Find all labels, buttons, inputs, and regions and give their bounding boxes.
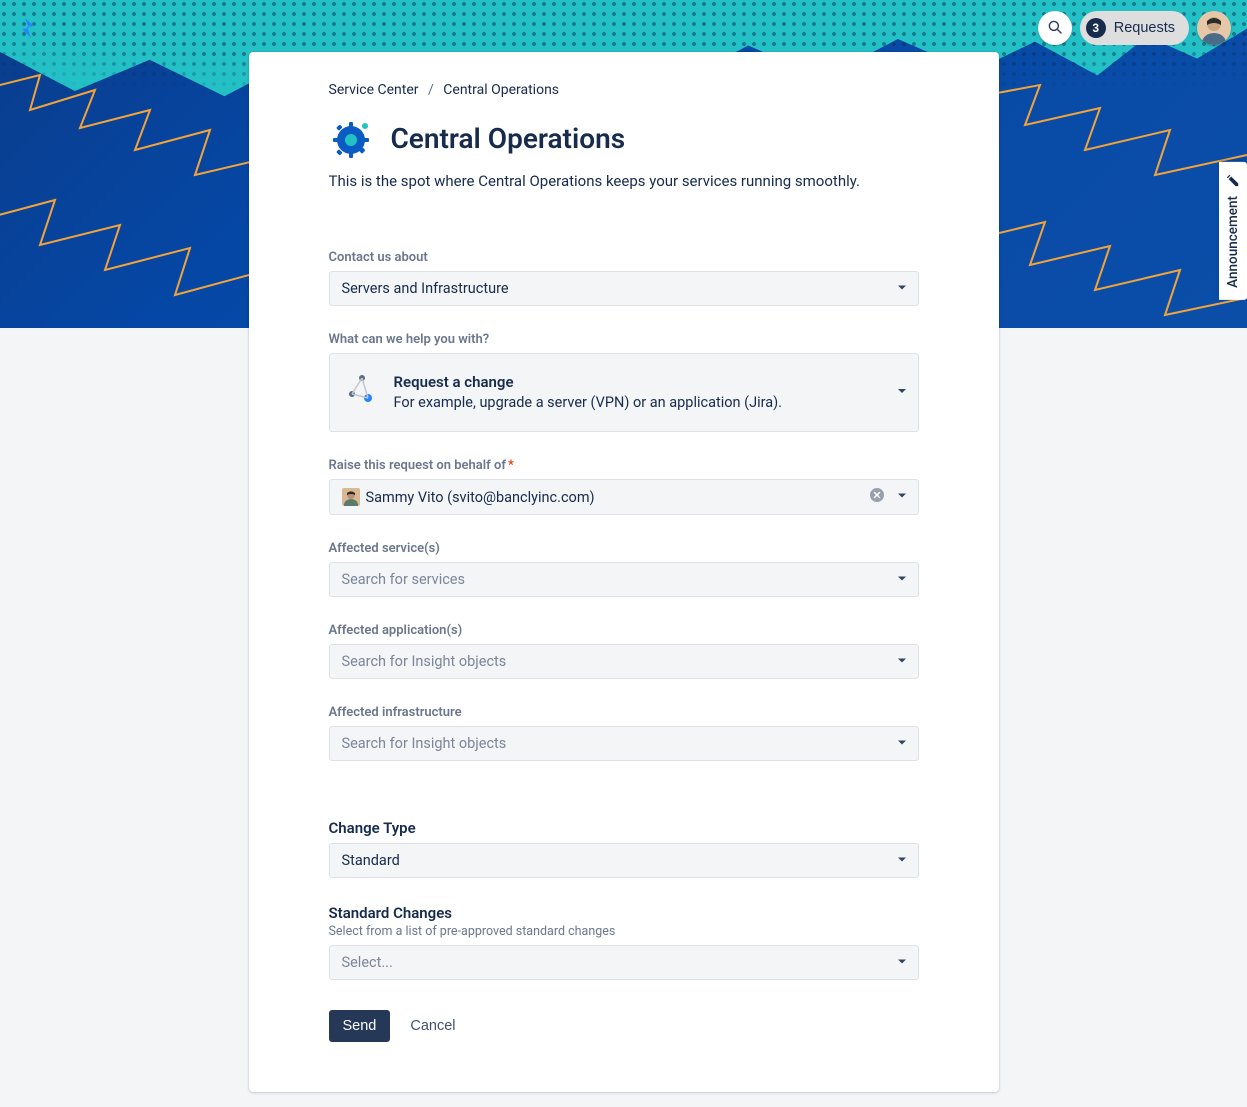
field-contact-about: Contact us about Servers and Infrastruct… xyxy=(329,250,919,306)
help-with-desc: For example, upgrade a server (VPN) or a… xyxy=(394,393,783,413)
affected-applications-select[interactable]: Search for Insight objects xyxy=(329,644,919,679)
standard-changes-hint: Select from a list of pre-approved stand… xyxy=(329,924,919,939)
chevron-down-icon xyxy=(896,571,908,588)
breadcrumb-root[interactable]: Service Center xyxy=(329,82,419,98)
top-bar: 3 Requests xyxy=(0,8,1247,48)
pencil-icon xyxy=(1226,173,1240,189)
field-on-behalf: Raise this request on behalf of* Sammy V… xyxy=(329,458,919,515)
chevron-down-icon xyxy=(896,653,908,670)
breadcrumb: Service Center / Central Operations xyxy=(329,82,919,98)
affected-infrastructure-label: Affected infrastructure xyxy=(329,705,919,720)
breadcrumb-separator: / xyxy=(428,82,434,98)
help-with-label: What can we help you with? xyxy=(329,332,919,347)
field-standard-changes: Standard Changes Select from a list of p… xyxy=(329,904,919,980)
person-avatar-icon xyxy=(342,488,360,506)
announcement-label: Announcement xyxy=(1225,196,1241,288)
cancel-button[interactable]: Cancel xyxy=(410,1018,455,1034)
breadcrumb-current: Central Operations xyxy=(443,82,559,98)
contact-about-select[interactable]: Servers and Infrastructure xyxy=(329,271,919,306)
help-with-select[interactable]: Request a change For example, upgrade a … xyxy=(329,353,919,432)
field-affected-infrastructure: Affected infrastructure Search for Insig… xyxy=(329,705,919,761)
announcement-tab[interactable]: Announcement xyxy=(1219,162,1247,300)
on-behalf-select[interactable]: Sammy Vito (svito@banclyinc.com) xyxy=(329,479,919,515)
affected-services-label: Affected service(s) xyxy=(329,541,919,556)
chevron-down-icon xyxy=(896,735,908,752)
requests-button[interactable]: 3 Requests xyxy=(1080,11,1189,45)
chevron-down-icon xyxy=(896,489,908,506)
chevron-down-icon xyxy=(896,385,908,401)
send-button[interactable]: Send xyxy=(329,1010,391,1042)
requests-label: Requests xyxy=(1114,20,1175,36)
change-type-label: Change Type xyxy=(329,819,919,837)
field-help-with: What can we help you with? Request a cha… xyxy=(329,332,919,432)
change-type-select[interactable]: Standard xyxy=(329,843,919,878)
field-affected-services: Affected service(s) Search for services xyxy=(329,541,919,597)
on-behalf-label: Raise this request on behalf of* xyxy=(329,458,919,473)
app-logo-icon[interactable] xyxy=(16,16,40,40)
clear-icon[interactable] xyxy=(870,488,884,506)
standard-changes-select[interactable]: Select... xyxy=(329,945,919,980)
search-icon xyxy=(1046,18,1064,39)
field-affected-applications: Affected application(s) Search for Insig… xyxy=(329,623,919,679)
page-title: Central Operations xyxy=(391,122,626,155)
standard-changes-label: Standard Changes xyxy=(329,904,919,922)
change-type-value: Standard xyxy=(342,852,400,869)
required-asterisk: * xyxy=(508,458,514,473)
page-description: This is the spot where Central Operation… xyxy=(329,172,919,190)
contact-about-value: Servers and Infrastructure xyxy=(342,280,509,297)
field-change-type: Change Type Standard xyxy=(329,819,919,878)
affected-services-placeholder: Search for services xyxy=(342,571,465,588)
help-with-title: Request a change xyxy=(394,372,783,393)
search-button[interactable] xyxy=(1038,11,1072,45)
standard-changes-placeholder: Select... xyxy=(342,954,393,971)
affected-applications-label: Affected application(s) xyxy=(329,623,919,638)
affected-applications-placeholder: Search for Insight objects xyxy=(342,653,507,670)
contact-about-label: Contact us about xyxy=(329,250,919,265)
portal-gear-icon xyxy=(329,114,377,162)
affected-services-select[interactable]: Search for services xyxy=(329,562,919,597)
form-footer: Send Cancel xyxy=(329,1010,919,1042)
chevron-down-icon xyxy=(896,852,908,869)
affected-infrastructure-placeholder: Search for Insight objects xyxy=(342,735,507,752)
user-avatar[interactable] xyxy=(1197,11,1231,45)
request-change-icon xyxy=(346,372,378,404)
affected-infrastructure-select[interactable]: Search for Insight objects xyxy=(329,726,919,761)
main-panel: Service Center / Central Operations xyxy=(249,52,999,1092)
chevron-down-icon xyxy=(896,954,908,971)
on-behalf-value: Sammy Vito (svito@banclyinc.com) xyxy=(366,489,595,506)
page-title-row: Central Operations xyxy=(329,114,919,162)
chevron-down-icon xyxy=(896,280,908,297)
requests-count-badge: 3 xyxy=(1086,18,1106,38)
